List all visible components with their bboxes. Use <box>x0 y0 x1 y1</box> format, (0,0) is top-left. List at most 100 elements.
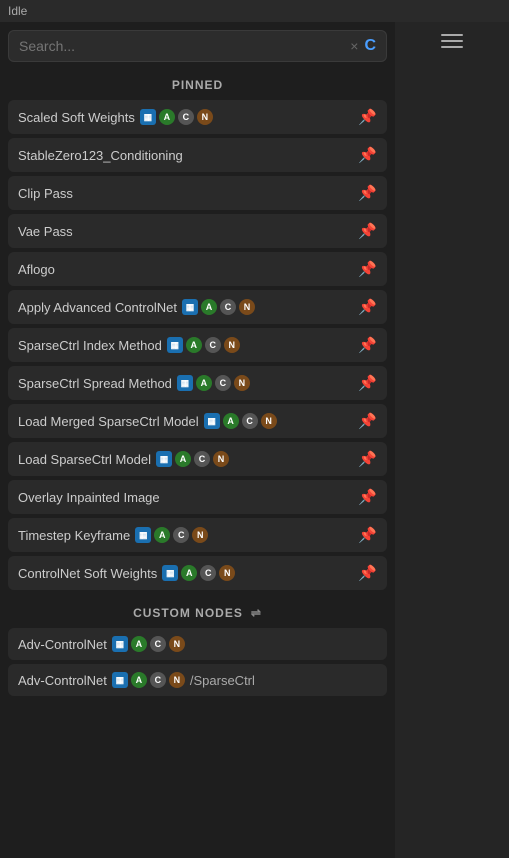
custom-nodes-label: CUSTOM NODES <box>133 606 243 620</box>
node-badges: ▦ACN <box>204 413 277 429</box>
node-label: ControlNet Soft Weights ▦ACN <box>18 565 358 581</box>
badge-c: C <box>200 565 216 581</box>
custom-item-adv-controlnet-1[interactable]: Adv-ControlNet ▦ACN <box>8 628 387 660</box>
node-name: SparseCtrl Index Method <box>18 338 162 353</box>
node-label: Load SparseCtrl Model ▦ACN <box>18 451 358 467</box>
pinned-item-timestep-keyframe[interactable]: Timestep Keyframe ▦ACN 📌 <box>8 518 387 552</box>
custom-nodes-section-header: CUSTOM NODES ⇌ <box>0 598 395 628</box>
pin-icon[interactable]: 📌 <box>358 526 377 544</box>
custom-nodes-list: Adv-ControlNet ▦ACN Adv-ControlNet ▦ACN … <box>0 628 395 704</box>
node-name: StableZero123_Conditioning <box>18 148 183 163</box>
pinned-list: Scaled Soft Weights ▦ACN 📌 StableZero123… <box>0 100 395 598</box>
pin-icon[interactable]: 📌 <box>358 146 377 164</box>
pinned-item-stablezero123-conditioning[interactable]: StableZero123_Conditioning 📌 <box>8 138 387 172</box>
badge-n: N <box>234 375 250 391</box>
badge-n: N <box>169 636 185 652</box>
pin-icon[interactable]: 📌 <box>358 298 377 316</box>
badge-a: A <box>201 299 217 315</box>
pin-icon[interactable]: 📌 <box>358 450 377 468</box>
pinned-item-scaled-soft-weights[interactable]: Scaled Soft Weights ▦ACN 📌 <box>8 100 387 134</box>
pin-icon[interactable]: 📌 <box>358 564 377 582</box>
node-name: Apply Advanced ControlNet <box>18 300 177 315</box>
pinned-item-vae-pass[interactable]: Vae Pass 📌 <box>8 214 387 248</box>
pin-icon[interactable]: 📌 <box>358 222 377 240</box>
pin-icon[interactable]: 📌 <box>358 374 377 392</box>
pinned-section-header: PINNED <box>0 70 395 100</box>
badge-a: A <box>159 109 175 125</box>
node-badges: ▦ACN <box>156 451 229 467</box>
node-badges: ▦ACN <box>135 527 208 543</box>
badge-a: A <box>186 337 202 353</box>
badge-img: ▦ <box>182 299 198 315</box>
badge-c: C <box>242 413 258 429</box>
node-badges: ▦ACN <box>162 565 235 581</box>
pinned-item-sparsectrl-spread-method[interactable]: SparseCtrl Spread Method ▦ACN 📌 <box>8 366 387 400</box>
node-label: Scaled Soft Weights ▦ACN <box>18 109 358 125</box>
badge-img: ▦ <box>162 565 178 581</box>
node-name: Load SparseCtrl Model <box>18 452 151 467</box>
pinned-item-apply-advanced-controlnet[interactable]: Apply Advanced ControlNet ▦ACN 📌 <box>8 290 387 324</box>
badge-c: C <box>215 375 231 391</box>
search-clear-button[interactable]: × <box>350 38 358 54</box>
badge-n: N <box>239 299 255 315</box>
pin-icon[interactable]: 📌 <box>358 336 377 354</box>
badge-c: C <box>194 451 210 467</box>
node-name: Overlay Inpainted Image <box>18 490 160 505</box>
pinned-item-overlay-inpainted-image[interactable]: Overlay Inpainted Image 📌 <box>8 480 387 514</box>
node-name: Load Merged SparseCtrl Model <box>18 414 199 429</box>
left-panel: × C PINNED Scaled Soft Weights ▦ACN 📌 St… <box>0 22 395 858</box>
badge-c: C <box>178 109 194 125</box>
badge-a: A <box>131 636 147 652</box>
badge-n: N <box>197 109 213 125</box>
search-bar: × C <box>8 30 387 62</box>
badge-img: ▦ <box>112 636 128 652</box>
node-label: Adv-ControlNet ▦ACN /SparseCtrl <box>18 672 377 688</box>
pin-icon[interactable]: 📌 <box>358 184 377 202</box>
node-name: Scaled Soft Weights <box>18 110 135 125</box>
custom-nodes-filter-icon[interactable]: ⇌ <box>251 606 262 620</box>
right-panel <box>395 22 509 858</box>
node-label: Apply Advanced ControlNet ▦ACN <box>18 299 358 315</box>
badge-img: ▦ <box>156 451 172 467</box>
badge-img: ▦ <box>135 527 151 543</box>
pinned-item-sparsectrl-index-method[interactable]: SparseCtrl Index Method ▦ACN 📌 <box>8 328 387 362</box>
badge-n: N <box>219 565 235 581</box>
badge-c: C <box>150 636 166 652</box>
badge-c: C <box>150 672 166 688</box>
pin-icon[interactable]: 📌 <box>358 488 377 506</box>
node-label: Clip Pass <box>18 186 358 201</box>
custom-item-adv-controlnet-2[interactable]: Adv-ControlNet ▦ACN /SparseCtrl <box>8 664 387 696</box>
node-badges: ▦ACN <box>140 109 213 125</box>
pinned-item-load-sparsectrl-model[interactable]: Load SparseCtrl Model ▦ACN 📌 <box>8 442 387 476</box>
badge-n: N <box>213 451 229 467</box>
badge-a: A <box>181 565 197 581</box>
pin-icon[interactable]: 📌 <box>358 108 377 126</box>
pinned-item-clip-pass[interactable]: Clip Pass 📌 <box>8 176 387 210</box>
node-badges: ▦ACN <box>177 375 250 391</box>
badge-a: A <box>154 527 170 543</box>
badge-a: A <box>196 375 212 391</box>
badge-img: ▦ <box>112 672 128 688</box>
pinned-item-load-merged-sparsectrl-model[interactable]: Load Merged SparseCtrl Model ▦ACN 📌 <box>8 404 387 438</box>
node-label: SparseCtrl Index Method ▦ACN <box>18 337 358 353</box>
menu-icon[interactable] <box>441 34 463 48</box>
search-input[interactable] <box>19 38 350 54</box>
node-name: Vae Pass <box>18 224 73 239</box>
node-label: Overlay Inpainted Image <box>18 490 358 505</box>
node-label: Aflogo <box>18 262 358 277</box>
node-label: Timestep Keyframe ▦ACN <box>18 527 358 543</box>
badge-img: ▦ <box>177 375 193 391</box>
badge-img: ▦ <box>140 109 156 125</box>
badge-c: C <box>205 337 221 353</box>
node-label: StableZero123_Conditioning <box>18 148 358 163</box>
search-spinner-icon: C <box>364 37 376 55</box>
node-name: Adv-ControlNet <box>18 673 107 688</box>
node-badges: ▦ACN <box>182 299 255 315</box>
pin-icon[interactable]: 📌 <box>358 260 377 278</box>
pin-icon[interactable]: 📌 <box>358 412 377 430</box>
badge-c: C <box>173 527 189 543</box>
node-badges: ▦ACN <box>167 337 240 353</box>
pinned-item-controlnet-soft-weights[interactable]: ControlNet Soft Weights ▦ACN 📌 <box>8 556 387 590</box>
node-name: Adv-ControlNet <box>18 637 107 652</box>
pinned-item-aflogo[interactable]: Aflogo 📌 <box>8 252 387 286</box>
